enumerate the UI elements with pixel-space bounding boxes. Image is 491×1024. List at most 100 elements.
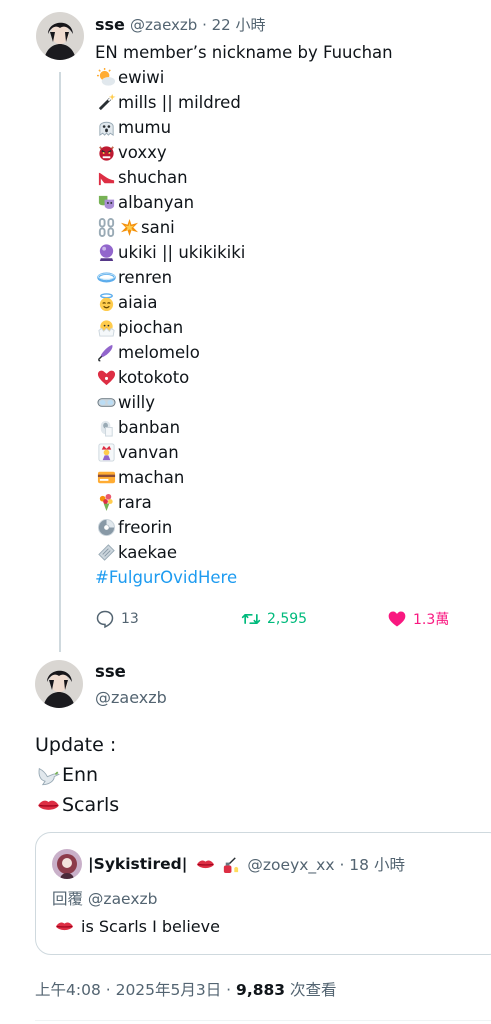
tweet-text-line: Enn	[35, 760, 119, 790]
quoted-tweet-header: |Sykistired| @zoeyx_xx · 18 小時	[88, 853, 405, 875]
like-count: 1.3萬	[413, 612, 450, 628]
tweet-title: EN member’s nickname by Fuuchan	[95, 43, 393, 62]
list-item-text: willy	[118, 393, 156, 412]
goggles-icon	[95, 392, 117, 414]
heart-exclamation-icon	[95, 367, 117, 389]
tweet-timestamp-views[interactable]: 上午4:08 · 2025年5月3日 · 9,883 次查看	[35, 978, 337, 1000]
list-item: kotokoto	[95, 365, 475, 390]
credit-card-icon	[95, 467, 117, 489]
list-item: banban	[95, 415, 475, 440]
list-item: ukiki || ukikikiki	[95, 240, 475, 265]
tweet-header: sse @zaexzb · 22 小時	[95, 14, 265, 35]
divider	[35, 1020, 491, 1021]
kiss-lips-icon	[35, 792, 61, 818]
list-item-text: kaekae	[118, 543, 178, 562]
author-name[interactable]: |Sykistired|	[88, 855, 187, 873]
list-item: freorin	[95, 515, 475, 540]
avatar[interactable]	[36, 12, 84, 60]
list-item-text: ewiwi	[118, 68, 165, 87]
kiss-lips-icon	[52, 915, 76, 937]
list-item: sani	[95, 215, 475, 240]
quoted-tweet-text: is Scarls I believe	[52, 915, 220, 937]
reply-context[interactable]: 回覆 @zaexzb	[52, 887, 157, 909]
list-item-text: sani	[141, 218, 175, 237]
hatching-chick-icon	[95, 317, 117, 339]
hashtag-link[interactable]: #FulgurOvidHere	[95, 565, 475, 590]
list-item: piochan	[95, 315, 475, 340]
author-name[interactable]: sse	[95, 662, 126, 681]
list-item-text: albanyan	[118, 193, 195, 212]
dove-icon	[35, 762, 61, 788]
list-item-text: shuchan	[118, 168, 188, 187]
tweet-actions: 13 2,595 1.3萬	[95, 606, 465, 632]
list-item: renren	[95, 265, 475, 290]
list-item-text: mills || mildred	[118, 93, 241, 112]
tweet-text-line: Update :	[35, 734, 117, 756]
list-item: shuchan	[95, 165, 475, 190]
retweet-button[interactable]: 2,595	[241, 606, 307, 632]
toilet-paper-icon	[95, 417, 117, 439]
author-handle[interactable]: @zaexzb	[95, 688, 167, 707]
author-meta[interactable]: @zaexzb · 22 小時	[130, 16, 265, 34]
crystal-ball-icon	[95, 242, 117, 264]
timestamp[interactable]: 上午4:08 · 2025年5月3日 ·	[35, 981, 236, 999]
joker-icon	[95, 442, 117, 464]
list-item-text: renren	[118, 268, 173, 287]
reply-button[interactable]: 13	[95, 606, 139, 632]
reply-icon	[96, 610, 114, 629]
heart-icon	[388, 611, 406, 627]
author-meta[interactable]: @zoeyx_xx · 18 小時	[247, 853, 405, 875]
tweet-text-line: Scarls	[35, 790, 119, 820]
list-item: aiaia	[95, 290, 475, 315]
list-item-text: kotokoto	[118, 368, 190, 387]
angel-icon	[95, 292, 117, 314]
view-count: 9,883	[236, 981, 286, 999]
list-item-text: voxxy	[118, 143, 167, 162]
list-item: albanyan	[95, 190, 475, 215]
avatar[interactable]	[52, 849, 82, 879]
high-heel-icon	[95, 167, 117, 189]
list-item-text: vanvan	[118, 443, 179, 462]
list-item-text: aiaia	[118, 293, 158, 312]
chains-icon	[95, 217, 117, 239]
list-item: kaekae	[95, 540, 475, 565]
list-item: voxxy	[95, 140, 475, 165]
collision-icon	[118, 217, 140, 239]
list-item: rara	[95, 490, 475, 515]
list-item: willy	[95, 390, 475, 415]
dvd-icon	[95, 517, 117, 539]
like-button[interactable]: 1.3萬	[387, 606, 449, 632]
tweet-body: Update : Enn Scarls	[35, 730, 119, 820]
magic-wand-icon	[95, 92, 117, 114]
list-item-text: freorin	[118, 518, 173, 537]
list-item: vanvan	[95, 440, 475, 465]
nail-polish-icon	[218, 853, 242, 875]
list-item-text: banban	[118, 418, 181, 437]
list-item-text: piochan	[118, 318, 184, 337]
retweet-count: 2,595	[267, 611, 308, 627]
list-item-text: mumu	[118, 118, 172, 137]
thread-connector-line	[59, 72, 61, 652]
list-item: melomelo	[95, 340, 475, 365]
list-item-text: ukiki || ukikikiki	[118, 243, 246, 262]
quoted-tweet-card[interactable]: |Sykistired| @zoeyx_xx · 18 小時 回覆 @zaexz…	[35, 832, 491, 955]
list-item: mumu	[95, 115, 475, 140]
tweet-body: EN member’s nickname by Fuuchan ewiwi mi…	[95, 40, 475, 590]
bouquet-icon	[95, 492, 117, 514]
list-item: machan	[95, 465, 475, 490]
halo-icon	[95, 267, 117, 289]
list-item-text: rara	[118, 493, 152, 512]
performing-arts-mask-icon	[95, 192, 117, 214]
avatar[interactable]	[35, 660, 83, 708]
list-item-text: melomelo	[118, 343, 200, 362]
list-item: ewiwi	[95, 65, 475, 90]
sun-behind-cloud-icon	[95, 67, 117, 89]
list-item: mills || mildred	[95, 90, 475, 115]
ghost-icon	[95, 117, 117, 139]
closed-umbrella-icon	[95, 342, 117, 364]
ticket-icon	[95, 542, 117, 564]
retweet-icon	[241, 614, 261, 624]
author-name[interactable]: sse	[95, 15, 125, 34]
reply-count: 13	[121, 611, 139, 627]
view-label: 次查看	[285, 981, 337, 999]
